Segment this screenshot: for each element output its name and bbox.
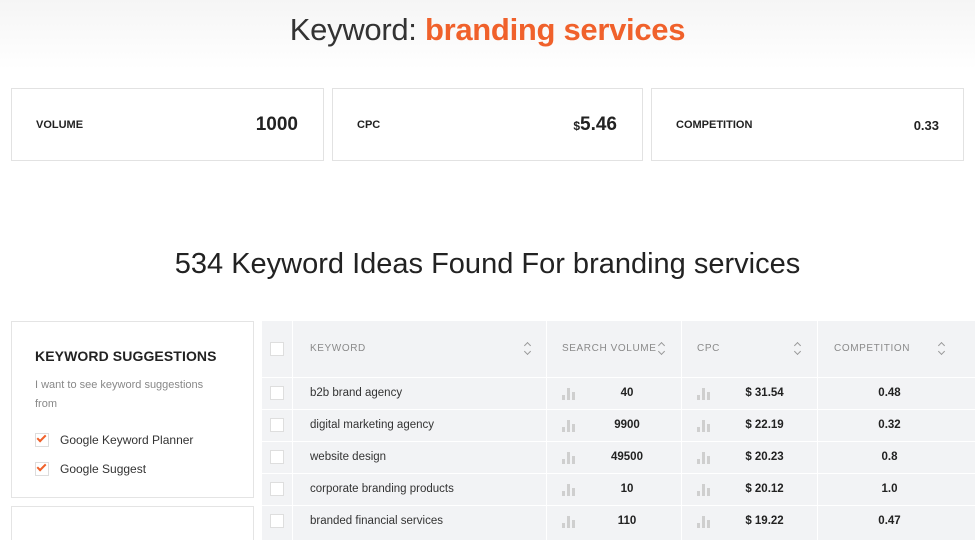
- volume-cell: 49500: [611, 451, 643, 463]
- option-google-keyword-planner[interactable]: Google Keyword Planner: [35, 432, 193, 448]
- keyword-prefix: Keyword:: [289, 12, 417, 47]
- column-label: KEYWORD: [310, 343, 366, 354]
- bar-chart-icon[interactable]: [562, 516, 576, 528]
- table-row[interactable]: digital marketing agency 9900 $ 22.19 0.…: [262, 409, 975, 441]
- panel-title: KEYWORD SUGGESTIONS: [35, 348, 217, 364]
- table-row[interactable]: branded financial services 110 $ 19.22 0…: [262, 505, 975, 537]
- option-google-suggest[interactable]: Google Suggest: [35, 461, 146, 477]
- column-header-competition[interactable]: COMPETITION: [834, 321, 975, 377]
- keyword-cell[interactable]: corporate branding products: [310, 473, 454, 505]
- bar-chart-icon[interactable]: [697, 516, 711, 528]
- metric-value: 1000: [255, 114, 298, 135]
- keyword-value: branding services: [424, 12, 686, 47]
- ideas-heading: 534 Keyword Ideas Found For branding ser…: [174, 248, 801, 280]
- metric-card-volume: VOLUME 1000: [11, 88, 324, 161]
- currency-symbol: $: [573, 119, 581, 133]
- column-header-search-volume[interactable]: SEARCH VOLUME: [562, 321, 681, 377]
- cpc-cell: $ 20.23: [745, 451, 784, 463]
- sort-icon[interactable]: [658, 342, 666, 356]
- sort-icon[interactable]: [794, 342, 802, 356]
- keyword-cell[interactable]: b2b brand agency: [310, 377, 402, 409]
- table-row[interactable]: b2b brand agency 40 $ 31.54 0.48: [262, 377, 975, 409]
- metric-label: CPC: [357, 119, 381, 131]
- column-label: SEARCH VOLUME: [562, 343, 657, 354]
- row-checkbox[interactable]: [270, 450, 284, 464]
- column-header-cpc[interactable]: CPC: [697, 321, 817, 377]
- metric-value: 5.46: [580, 114, 617, 135]
- panel-description: I want to see keyword suggestions from: [35, 379, 204, 410]
- keyword-cell[interactable]: digital marketing agency: [310, 409, 434, 441]
- bar-chart-icon[interactable]: [562, 484, 576, 496]
- bar-chart-icon[interactable]: [562, 420, 576, 432]
- checkmark-icon: [36, 461, 47, 472]
- competition-cell: 0.8: [881, 451, 898, 463]
- secondary-panel: [11, 506, 254, 540]
- sort-icon[interactable]: [938, 342, 946, 356]
- metric-card-cpc: CPC $5.46: [332, 88, 643, 161]
- metric-label: COMPETITION: [676, 119, 753, 131]
- volume-cell: 10: [620, 483, 634, 495]
- keyword-cell[interactable]: branded financial services: [310, 505, 443, 537]
- checkmark-icon: [36, 432, 47, 443]
- bar-chart-icon[interactable]: [562, 388, 576, 400]
- keyword-suggestions-panel: KEYWORD SUGGESTIONS I want to see keywor…: [11, 321, 254, 498]
- column-label: CPC: [697, 343, 720, 354]
- bar-chart-icon[interactable]: [697, 420, 711, 432]
- metric-card-competition: COMPETITION 0.33: [651, 88, 964, 161]
- row-checkbox[interactable]: [270, 514, 284, 528]
- cpc-cell: $ 22.19: [745, 419, 784, 431]
- competition-cell: 0.32: [878, 419, 901, 431]
- option-label: Google Suggest: [60, 462, 147, 476]
- metric-value-cpc: $5.46: [573, 114, 617, 136]
- bar-chart-icon[interactable]: [697, 452, 711, 464]
- volume-cell: 40: [620, 387, 634, 399]
- keyword-ideas-table: KEYWORD SEARCH VOLUME CPC COMPETITION b2…: [262, 321, 975, 540]
- competition-cell: 0.47: [878, 515, 901, 527]
- checkbox[interactable]: [35, 461, 49, 476]
- column-header-keyword[interactable]: KEYWORD: [310, 321, 546, 377]
- volume-cell: 9900: [614, 419, 640, 431]
- metric-label: VOLUME: [36, 119, 84, 131]
- row-checkbox[interactable]: [270, 386, 284, 400]
- cpc-cell: $ 20.12: [745, 483, 784, 495]
- table-row[interactable]: corporate branding products 10 $ 20.12 1…: [262, 473, 975, 505]
- table-header: KEYWORD SEARCH VOLUME CPC COMPETITION: [262, 321, 975, 377]
- table-row[interactable]: website design 49500 $ 20.23 0.8: [262, 441, 975, 473]
- competition-cell: 1.0: [881, 483, 898, 495]
- column-label: COMPETITION: [834, 343, 911, 354]
- sort-icon[interactable]: [524, 342, 532, 356]
- checkbox[interactable]: [35, 432, 49, 447]
- volume-cell: 110: [617, 515, 637, 527]
- row-checkbox[interactable]: [270, 418, 284, 432]
- cpc-cell: $ 19.22: [745, 515, 784, 527]
- cpc-cell: $ 31.54: [745, 387, 784, 399]
- row-checkbox[interactable]: [270, 482, 284, 496]
- bar-chart-icon[interactable]: [562, 452, 576, 464]
- bar-chart-icon[interactable]: [697, 484, 711, 496]
- bar-chart-icon[interactable]: [697, 388, 711, 400]
- option-label: Google Keyword Planner: [60, 433, 194, 447]
- keyword-cell[interactable]: website design: [310, 441, 386, 473]
- metric-value: 0.33: [913, 118, 939, 133]
- select-all-checkbox[interactable]: [270, 342, 284, 356]
- competition-cell: 0.48: [878, 387, 901, 399]
- page-title: Keyword: branding services: [0, 12, 975, 48]
